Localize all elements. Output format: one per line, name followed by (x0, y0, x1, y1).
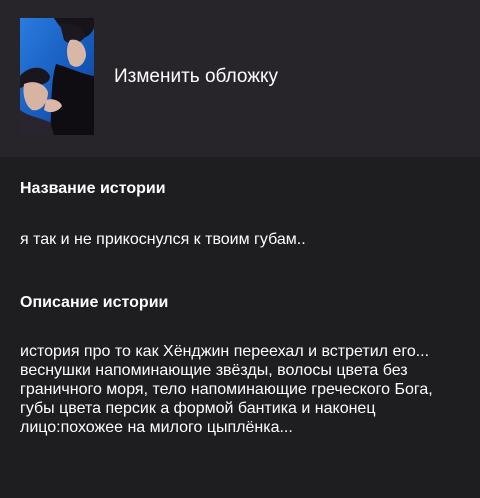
story-description-field[interactable]: история про то как Хёнджин переехал и вс… (20, 342, 460, 437)
cover-photo-icon (20, 18, 94, 135)
story-details: Название истории я так и не прикоснулся … (0, 157, 480, 498)
story-title-label: Название истории (20, 180, 166, 197)
story-title-field[interactable]: я так и не прикоснулся к твоим губам.. (20, 230, 460, 249)
cover-header: Изменить обложку (0, 0, 480, 157)
cover-image[interactable] (20, 18, 94, 135)
change-cover-button[interactable]: Изменить обложку (114, 66, 278, 88)
story-description-label: Описание истории (20, 294, 169, 311)
